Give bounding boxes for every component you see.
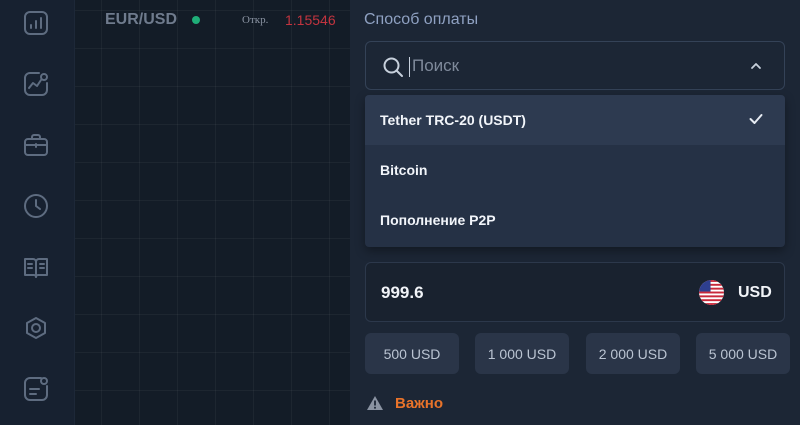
option-bitcoin[interactable]: Bitcoin [365,145,785,195]
amount-presets: 500 USD 1 000 USD 2 000 USD 5 000 USD [365,333,790,375]
chart-icon[interactable] [19,6,53,40]
briefcase-icon[interactable] [19,128,53,162]
preset-500-button[interactable]: 500 USD [365,333,459,374]
app-root: EUR/USD Откр. 1.15546 Способ оплаты Teth… [0,0,800,425]
chart-area[interactable]: EUR/USD Откр. 1.15546 [75,0,350,425]
us-flag-icon [699,280,724,305]
option-label: Bitcoin [380,162,428,178]
open-price-label: Откр. [242,14,269,26]
payment-method-select[interactable] [365,41,785,90]
notes-icon[interactable] [19,372,53,406]
option-label: Пополнение P2P [380,212,496,228]
important-notice-link[interactable]: Важно [395,395,443,412]
text-cursor [409,57,410,77]
deposit-panel: Способ оплаты Tether TRC-20 (USDT) Bitco… [350,0,800,425]
check-icon [749,114,763,124]
search-icon [383,57,403,77]
open-price-value: 1.15546 [285,12,336,28]
currency-label[interactable]: USD [738,284,772,302]
analytics-icon[interactable] [19,67,53,101]
payment-method-title: Способ оплаты [364,11,479,28]
chevron-up-icon[interactable] [750,60,762,72]
option-p2p[interactable]: Пополнение P2P [365,195,785,245]
preset-5000-button[interactable]: 5 000 USD [696,333,790,374]
warning-icon [367,396,383,410]
currency-pair[interactable]: EUR/USD [105,11,177,29]
preset-1000-button[interactable]: 1 000 USD [475,333,569,374]
clock-icon[interactable] [19,189,53,223]
sidebar [0,0,75,425]
gear-icon[interactable] [19,311,53,345]
market-status-dot [192,16,200,24]
payment-method-dropdown: Tether TRC-20 (USDT) Bitcoin Пополнение … [365,95,785,247]
option-label: Tether TRC-20 (USDT) [380,112,526,128]
option-tether-trc20[interactable]: Tether TRC-20 (USDT) [365,95,785,145]
preset-2000-button[interactable]: 2 000 USD [586,333,680,374]
amount-field[interactable]: 999.6 USD [365,262,785,322]
book-icon[interactable] [19,250,53,284]
search-input[interactable] [412,52,712,80]
amount-value[interactable]: 999.6 [381,283,424,303]
